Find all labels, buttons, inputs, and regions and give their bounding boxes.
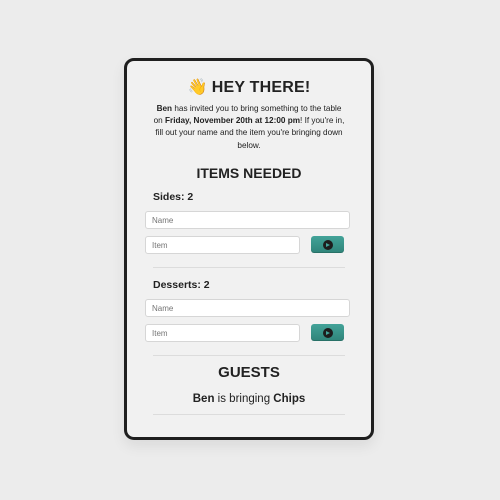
arrow-right-circle-icon — [323, 239, 333, 250]
divider — [153, 267, 345, 268]
invitation-text: Ben has invited you to bring something t… — [151, 103, 347, 152]
greeting-title: 👋 HEY THERE! — [127, 77, 371, 97]
sides-add-button[interactable] — [311, 236, 344, 253]
items-needed-heading: ITEMS NEEDED — [196, 165, 302, 181]
divider — [153, 355, 345, 356]
guest-entry: Ben is bringing Chips — [127, 393, 371, 405]
arrow-right-circle-icon — [323, 327, 333, 338]
guests-heading: GUESTS — [218, 364, 280, 381]
greeting-text: HEY THERE! — [211, 79, 311, 96]
guest-connector: is bringing — [214, 393, 274, 405]
category-label-sides: Sides: 2 — [153, 191, 194, 203]
event-date: Friday, November 20th at 12:00 pm — [165, 116, 301, 126]
guest-name: Ben — [192, 393, 215, 405]
desserts-item-input[interactable] — [145, 324, 300, 342]
category-label-desserts: Desserts: 2 — [153, 279, 210, 291]
sides-name-input[interactable] — [145, 211, 350, 229]
divider — [153, 414, 345, 415]
desserts-name-input[interactable] — [145, 299, 350, 317]
desserts-add-button[interactable] — [311, 324, 344, 341]
guest-item: Chips — [273, 393, 306, 405]
waving-hand-icon: 👋 — [187, 79, 208, 96]
sides-item-input[interactable] — [145, 236, 300, 254]
signup-card: 👋 HEY THERE! Ben has invited you to bring… — [124, 58, 374, 440]
host-name: Ben — [156, 104, 173, 113]
